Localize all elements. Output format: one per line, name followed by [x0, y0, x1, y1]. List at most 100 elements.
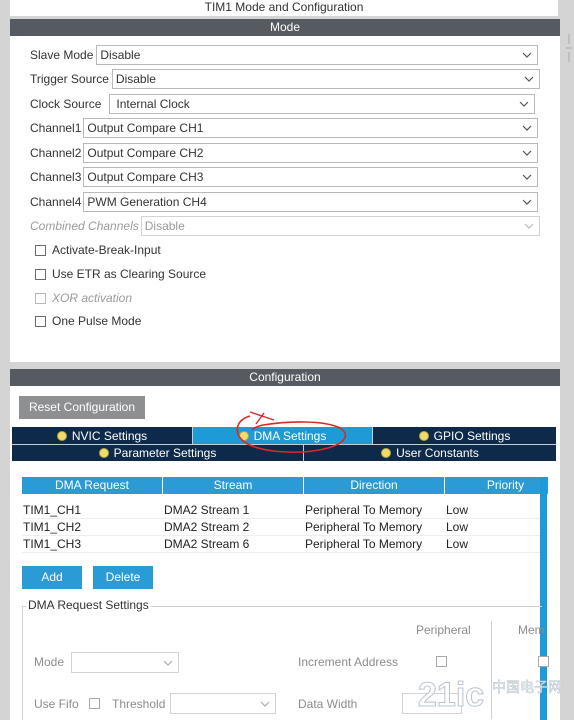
dma-mode-select[interactable] — [71, 652, 179, 673]
chevron-down-icon — [519, 100, 529, 108]
table-cell: DMA2 Stream 1 — [164, 503, 250, 517]
activate-break-input-label: Activate-Break-Input — [52, 243, 161, 257]
column-header[interactable]: Stream — [163, 477, 304, 494]
channel4-row: Channel4 PWM Generation CH4 — [30, 192, 539, 212]
table-cell: Low — [446, 520, 469, 534]
clock-source-label: Clock Source — [30, 97, 102, 111]
status-dot-icon — [56, 430, 67, 441]
tab-gpio-settings[interactable]: GPIO Settings — [373, 427, 556, 444]
channel3-label: Channel3 — [30, 170, 82, 184]
chevron-down-icon — [522, 198, 532, 206]
chevron-down-icon — [522, 149, 532, 157]
memory-increment-checkbox[interactable] — [538, 656, 549, 667]
tab-nvic-settings[interactable]: NVIC Settings — [12, 427, 193, 444]
channel3-select[interactable]: Output Compare CH3 — [83, 167, 539, 187]
add-button[interactable]: Add — [22, 566, 82, 589]
tab-label: DMA Settings — [253, 428, 327, 443]
column-header[interactable]: Priority — [445, 477, 548, 494]
channel2-select[interactable]: Output Compare CH2 — [83, 143, 539, 163]
watermark-logo: 21ic 中国电子网 — [418, 670, 568, 716]
threshold-select[interactable] — [170, 693, 276, 714]
tab-dma-settings[interactable]: DMA Settings — [193, 427, 373, 444]
chevron-down-icon — [524, 75, 534, 83]
activate-break-input-checkbox[interactable]: Activate-Break-Input — [35, 241, 161, 259]
combined-channels-label: Combined Channels — [30, 219, 139, 233]
channel1-select[interactable]: Output Compare CH1 — [83, 118, 539, 138]
configuration-header: Configuration — [10, 369, 560, 386]
table-cell: Low — [446, 503, 469, 517]
chevron-down-icon — [163, 659, 173, 667]
svg-text:21ic: 21ic — [418, 676, 484, 714]
config-tabs: NVIC Settings DMA Settings GPIO Settings… — [12, 427, 556, 461]
status-dot-icon — [98, 448, 109, 458]
clock-source-select[interactable]: Internal Clock — [109, 94, 536, 114]
dma-request-settings-legend: DMA Request Settings — [26, 598, 151, 612]
chevron-down-icon — [260, 700, 270, 708]
checkbox-box[interactable] — [35, 292, 46, 304]
checkbox-box[interactable] — [35, 315, 46, 327]
tab-row-1: NVIC Settings DMA Settings GPIO Settings — [12, 427, 556, 444]
table-header: DMA Request Stream Direction Priority — [22, 477, 548, 494]
table-row[interactable]: TIM1_CH1 DMA2 Stream 1 Peripheral To Mem… — [22, 502, 548, 519]
status-dot-icon — [418, 430, 429, 441]
use-etr-label: Use ETR as Clearing Source — [52, 267, 207, 281]
xor-activation-label: XOR activation — [52, 291, 133, 305]
table-cell: Peripheral To Memory — [305, 520, 423, 534]
combined-channels-value: Disable — [144, 219, 185, 233]
chevron-down-icon — [522, 51, 532, 59]
configuration-pane: Configuration Reset Configuration NVIC S… — [10, 369, 560, 720]
delete-button[interactable]: Delete — [93, 566, 153, 589]
use-fifo-checkbox[interactable] — [89, 698, 100, 709]
slave-mode-label: Slave Mode — [30, 48, 94, 62]
edge-glyph-icon — [566, 34, 572, 62]
combined-channels-select[interactable]: Disable — [140, 216, 540, 236]
status-dot-icon — [381, 448, 392, 458]
mode-pane: Mode Slave Mode Disable Trigger Source D… — [10, 19, 560, 362]
data-width-label: Data Width — [298, 697, 358, 711]
tab-parameter-settings[interactable]: Parameter Settings — [12, 445, 304, 461]
memory-column-label: Mem — [518, 623, 545, 637]
channel4-select[interactable]: PWM Generation CH4 — [83, 192, 539, 212]
dma-request-table: DMA Request Stream Direction Priority TI… — [22, 477, 548, 553]
chevron-down-icon — [522, 173, 532, 181]
one-pulse-mode-label: One Pulse Mode — [52, 314, 142, 328]
table-cell: TIM1_CH1 — [23, 503, 82, 517]
window-title: TIM1 Mode and Configuration — [10, 0, 558, 16]
channel4-label: Channel4 — [30, 195, 82, 209]
table-cell: TIM1_CH3 — [23, 537, 82, 551]
slave-mode-select[interactable]: Disable — [96, 45, 539, 65]
reset-configuration-button[interactable]: Reset Configuration — [19, 396, 145, 419]
trigger-source-row: Trigger Source Disable — [30, 69, 540, 89]
use-etr-checkbox[interactable]: Use ETR as Clearing Source — [35, 265, 206, 283]
table-cell: Low — [446, 537, 469, 551]
slave-mode-value: Disable — [100, 48, 141, 62]
checkbox-box[interactable] — [35, 244, 46, 256]
tab-user-constants[interactable]: User Constants — [304, 445, 556, 461]
table-cell: Peripheral To Memory — [305, 537, 423, 551]
channel3-value: Output Compare CH3 — [87, 170, 204, 184]
table-row[interactable]: TIM1_CH3 DMA2 Stream 6 Peripheral To Mem… — [22, 536, 548, 553]
channel1-value: Output Compare CH1 — [87, 121, 204, 135]
trigger-source-label: Trigger Source — [30, 72, 109, 86]
tab-label: GPIO Settings — [433, 428, 511, 443]
mode-label: Mode — [34, 655, 65, 669]
threshold-label: Threshold — [112, 697, 166, 711]
table-cell: Peripheral To Memory — [305, 503, 423, 517]
clock-source-row: Clock Source Internal Clock — [30, 94, 536, 114]
checkbox-box[interactable] — [35, 268, 46, 280]
table-row[interactable]: TIM1_CH2 DMA2 Stream 2 Peripheral To Mem… — [22, 519, 548, 536]
tab-row-2: Parameter Settings User Constants — [12, 444, 556, 461]
increment-address-label: Increment Address — [298, 655, 399, 669]
tab-label: Parameter Settings — [113, 446, 217, 460]
use-fifo-label: Use Fifo — [34, 697, 79, 711]
peripheral-column-label: Peripheral — [416, 623, 471, 637]
peripheral-increment-checkbox[interactable] — [436, 656, 447, 667]
column-header[interactable]: Direction — [304, 477, 445, 494]
slave-mode-row: Slave Mode Disable — [30, 45, 539, 65]
table-spacer — [22, 494, 548, 502]
xor-activation-checkbox[interactable]: XOR activation — [35, 289, 132, 307]
column-header[interactable]: DMA Request — [22, 477, 163, 494]
trigger-source-select[interactable]: Disable — [111, 69, 540, 89]
one-pulse-mode-checkbox[interactable]: One Pulse Mode — [35, 312, 141, 330]
channel3-row: Channel3 Output Compare CH3 — [30, 167, 539, 187]
